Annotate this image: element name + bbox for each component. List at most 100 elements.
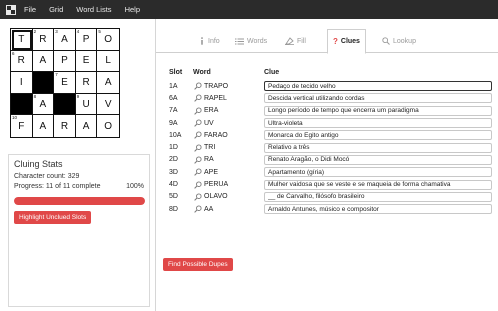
cell-number: 2 <box>33 29 37 34</box>
word-cell: TRAPO <box>193 82 264 91</box>
cell-number: 7 <box>55 72 58 78</box>
grid-cell[interactable]: A <box>32 50 55 73</box>
grid-cell[interactable]: 7E <box>54 72 76 94</box>
magnifier-icon[interactable] <box>193 205 202 214</box>
grid-cell[interactable]: 4P <box>75 29 98 51</box>
grid-cell[interactable]: R <box>75 72 98 94</box>
slot-label: 1D <box>169 144 178 152</box>
clue-input[interactable] <box>264 142 492 153</box>
cell-letter: A <box>104 76 112 88</box>
word-text: RAPEL <box>204 94 227 102</box>
clue-input[interactable] <box>264 204 492 215</box>
find-possible-dupes-button[interactable]: Find Possible Dupes <box>163 258 233 271</box>
tab-info-label: Info <box>208 37 220 45</box>
magnifier-icon[interactable] <box>193 131 202 140</box>
tab-clues-label: Clues <box>340 38 360 45</box>
left-panel: 1 T 2 R 3 A 4 P 5 O 6 R A P E L I 7 E R A 8 A 9 U V 10 F A R A O Cluing… <box>0 19 155 311</box>
cell-letter: U <box>82 98 90 110</box>
magnifier-icon[interactable] <box>193 82 202 91</box>
cell-letter: A <box>39 98 47 110</box>
highlight-unclued-slots-button[interactable]: Highlight Unclued Slots <box>14 211 92 224</box>
grid-cell[interactable]: 5O <box>97 29 119 51</box>
grid-cell-black[interactable] <box>54 93 76 116</box>
character-count-text: Character count: 329 <box>14 173 80 180</box>
magnifier-icon[interactable] <box>193 119 202 128</box>
magnifier-icon[interactable] <box>193 143 202 152</box>
magnifier-icon[interactable] <box>193 106 202 115</box>
cell-letter: E <box>82 55 90 67</box>
menu-file[interactable]: File <box>24 5 36 14</box>
grid-cell[interactable]: A <box>75 115 98 137</box>
menu-help[interactable]: Help <box>125 5 140 14</box>
grid-cell[interactable]: I <box>11 72 33 94</box>
tab-fill[interactable]: Fill <box>280 29 311 53</box>
clue-input[interactable] <box>264 105 492 116</box>
tab-lookup[interactable]: Lookup <box>377 29 421 53</box>
grid-cell[interactable]: V <box>97 93 119 116</box>
grid-cell[interactable]: E <box>75 50 98 73</box>
progress-percent: 100% <box>126 183 144 190</box>
clue-input[interactable] <box>264 191 492 202</box>
word-cell: ERA <box>193 106 264 115</box>
grid-cell[interactable]: R <box>54 115 76 137</box>
app-logo-icon <box>5 4 16 15</box>
cell-letter: V <box>104 98 112 110</box>
clue-column-header: Clue <box>264 69 280 76</box>
progress-bar <box>14 197 145 205</box>
cell-letter: R <box>82 76 90 88</box>
clue-row: 7A ERA <box>169 105 494 117</box>
clue-input[interactable] <box>264 130 492 141</box>
word-text: PERUA <box>204 181 229 189</box>
magnifier-icon[interactable] <box>193 155 202 164</box>
grid-cell[interactable]: P <box>54 50 76 73</box>
magnifier-icon[interactable] <box>193 180 202 189</box>
tab-words[interactable]: Words <box>230 29 272 53</box>
stats-title: Cluing Stats <box>14 159 63 169</box>
magnifier-icon[interactable] <box>193 94 202 103</box>
cell-number: 10 <box>12 115 18 121</box>
cell-letter: O <box>104 120 113 132</box>
grid-cell[interactable]: O <box>97 115 119 137</box>
clue-input[interactable] <box>264 81 492 92</box>
magnifier-icon[interactable] <box>193 168 202 177</box>
clue-input[interactable] <box>264 179 492 190</box>
cell-number: 1 <box>12 29 15 34</box>
word-text: TRI <box>204 144 216 152</box>
word-text: AA <box>204 205 214 213</box>
grid-cell[interactable]: 3A <box>54 29 76 51</box>
tab-clues[interactable]: ? Clues <box>327 29 366 54</box>
tab-words-label: Words <box>247 37 268 45</box>
cell-letter: I <box>19 76 23 88</box>
menu-word-lists[interactable]: Word Lists <box>76 5 111 14</box>
grid-cell[interactable]: 8A <box>32 93 55 116</box>
clue-input[interactable] <box>264 93 492 104</box>
right-panel: Info Words Fill ? Clues Lookup Slot Word… <box>155 19 498 311</box>
grid-cell[interactable]: 2R <box>32 29 55 51</box>
clue-input[interactable] <box>264 118 492 129</box>
fill-icon <box>285 37 294 45</box>
slot-label: 4D <box>169 181 178 189</box>
magnifier-icon[interactable] <box>193 192 202 201</box>
word-cell: APE <box>193 168 264 177</box>
grid-cell[interactable]: 10 F <box>11 115 33 137</box>
word-cell: RAPEL <box>193 94 264 103</box>
grid-cell[interactable]: A <box>97 72 119 94</box>
grid-cell[interactable]: L <box>97 50 119 73</box>
grid-cell-black[interactable] <box>11 93 33 116</box>
grid-cell[interactable]: 1T <box>11 29 33 51</box>
grid-cell-black[interactable] <box>32 72 55 94</box>
clue-input[interactable] <box>264 154 492 165</box>
tab-info[interactable]: Info <box>194 29 225 53</box>
grid-cell[interactable]: 6R <box>11 50 33 73</box>
menu-grid[interactable]: Grid <box>49 5 63 14</box>
clue-row: 2D RA <box>169 154 494 166</box>
grid-cell[interactable]: A <box>32 115 55 137</box>
clue-input[interactable] <box>264 167 492 178</box>
grid-cell[interactable]: 9U <box>75 93 98 116</box>
clue-row: 6A RAPEL <box>169 92 494 104</box>
cell-letter: R <box>39 33 47 45</box>
slot-label: 5D <box>169 193 178 201</box>
cell-letter: A <box>82 120 90 132</box>
clue-row: 3D APE <box>169 166 494 178</box>
progress-bar-fill <box>14 197 145 205</box>
